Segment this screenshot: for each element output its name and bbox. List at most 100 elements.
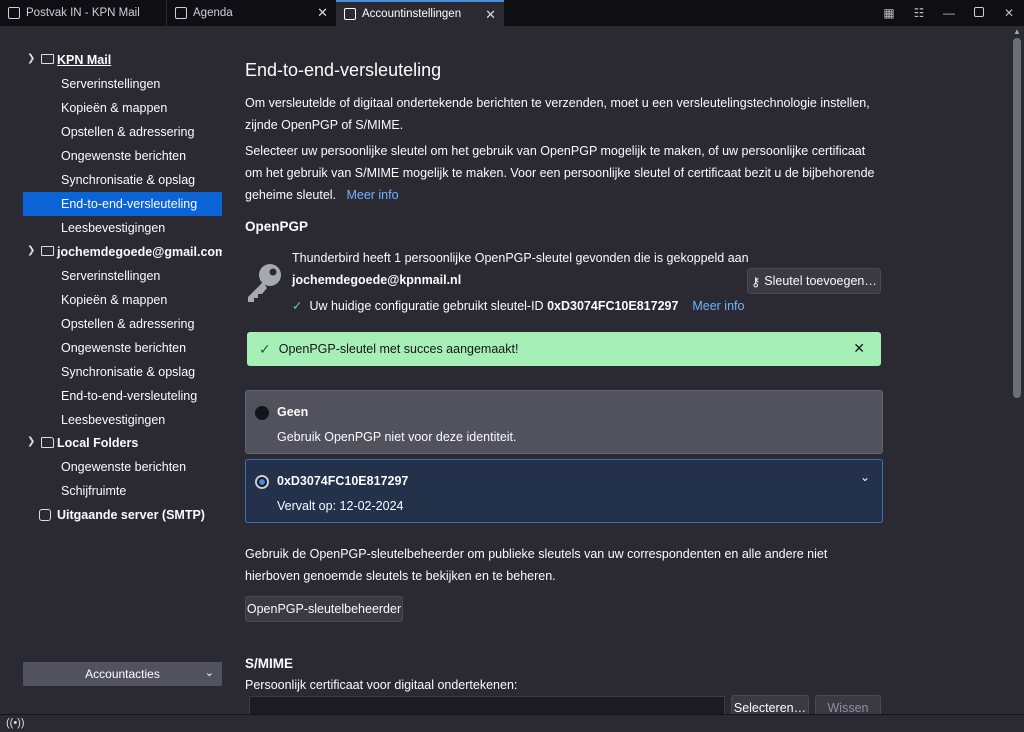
mail-icon — [8, 7, 20, 19]
option-key-title: 0xD3074FC10E817297 — [277, 474, 409, 488]
option-none-desc: Gebruik OpenPGP niet voor deze identitei… — [277, 430, 517, 444]
key-small-icon: ⚷ — [751, 274, 761, 289]
sidebar-item-copies-folders[interactable]: Kopieën & mappen — [0, 288, 222, 312]
chevron-down-icon[interactable]: ❯ — [27, 436, 35, 447]
chevron-down-icon: ⌄ — [204, 667, 214, 679]
account-label: Local Folders — [57, 436, 139, 450]
radio-key[interactable] — [255, 475, 269, 489]
sidebar-item-composition[interactable]: Opstellen & adressering — [0, 312, 222, 336]
found-key-text: Thunderbird heeft 1 persoonlijke OpenPGP… — [292, 251, 749, 265]
folder-icon — [41, 437, 54, 448]
mail-icon — [41, 246, 54, 256]
account-actions-button[interactable]: Accountacties ⌄ — [23, 662, 222, 686]
chevron-down-icon[interactable]: ❯ — [27, 53, 35, 64]
account-smtp[interactable]: Uitgaande server (SMTP) — [0, 503, 222, 527]
calendar-icon[interactable]: ▦ — [874, 6, 904, 20]
tab-bar: Postvak IN - KPN Mail Agenda ✕ Accountin… — [0, 0, 1024, 26]
tasks-icon[interactable]: ☷ — [904, 6, 934, 20]
smime-label: Persoonlijk certificaat voor digitaal on… — [245, 678, 518, 692]
sidebar-item-e2e[interactable]: End-to-end-versleuteling — [0, 384, 222, 408]
tab-agenda[interactable]: Agenda ✕ — [166, 0, 336, 26]
add-key-button[interactable]: ⚷ Sleutel toevoegen… — [747, 268, 881, 294]
sidebar-item-receipts[interactable]: Leesbevestigingen — [0, 408, 222, 432]
clear-certificate-button[interactable]: Wissen — [815, 695, 881, 714]
key-icon — [248, 264, 281, 302]
add-key-label: Sleutel toevoegen… — [764, 274, 877, 288]
account-label: Uitgaande server (SMTP) — [57, 508, 205, 522]
page-title: End-to-end-versleuteling — [245, 60, 442, 80]
minimize-icon[interactable]: — — [934, 6, 964, 20]
sidebar-item-label: End-to-end-versleuteling — [61, 197, 198, 211]
outgoing-server-icon — [39, 509, 51, 521]
current-config: ✓ Uw huidige configuratie gebruikt sleut… — [292, 298, 744, 313]
account-gmail[interactable]: ❯ jochemdegoede@gmail.com — [0, 240, 226, 264]
sidebar-item-server-settings[interactable]: Serverinstellingen — [0, 264, 222, 288]
more-info-link[interactable]: Meer info — [346, 188, 398, 202]
tab-inbox[interactable]: Postvak IN - KPN Mail — [0, 0, 166, 26]
sidebar-item-composition[interactable]: Opstellen & adressering — [0, 120, 222, 144]
account-actions-label: Accountacties — [85, 667, 160, 681]
config-key-id: 0xD3074FC10E817297 — [547, 299, 679, 313]
key-manager-text: Gebruik de OpenPGP-sleutelbeheerder om p… — [245, 547, 828, 583]
notice-text: OpenPGP-sleutel met succes aangemaakt! — [278, 342, 519, 356]
account-sidebar: ❯ KPN Mail Serverinstellingen Kopieën & … — [0, 26, 226, 714]
radio-none[interactable] — [255, 406, 269, 420]
sidebar-item-label: Ongewenste berichten — [61, 460, 187, 474]
sidebar-item-sync[interactable]: Synchronisatie & opslag — [0, 168, 222, 192]
select-certificate-button[interactable]: Selecteren… — [731, 695, 809, 714]
tab-account-settings[interactable]: Accountinstellingen ✕ — [336, 0, 504, 26]
intro-text-2-body: Selecteer uw persoonlijke sleutel om het… — [245, 144, 875, 202]
close-icon[interactable]: ✕ — [317, 5, 328, 21]
clear-label: Wissen — [827, 701, 869, 714]
option-none[interactable]: Geen Gebruik OpenPGP niet voor deze iden… — [245, 390, 883, 454]
sidebar-item-label: Ongewenste berichten — [61, 341, 187, 355]
more-info-link[interactable]: Meer info — [692, 299, 744, 313]
select-label: Selecteren… — [733, 701, 807, 714]
scrollbar-thumb[interactable] — [1013, 38, 1021, 398]
settings-tab-icon — [344, 8, 356, 20]
maximize-icon[interactable] — [964, 6, 994, 20]
sidebar-item-label: Kopieën & mappen — [61, 293, 168, 307]
sidebar-item-e2e-selected[interactable]: End-to-end-versleuteling — [23, 192, 222, 216]
chevron-down-icon[interactable]: ⌄ — [860, 470, 870, 484]
tab-label: Postvak IN - KPN Mail — [26, 7, 140, 19]
settings-pane: End-to-end-versleuteling Om versleutelde… — [222, 26, 1010, 714]
close-icon[interactable]: ✕ — [853, 340, 865, 357]
sidebar-item-junk[interactable]: Ongewenste berichten — [0, 144, 222, 168]
account-kpn-mail[interactable]: ❯ KPN Mail — [0, 48, 222, 72]
sidebar-item-copies-folders[interactable]: Kopieën & mappen — [0, 96, 222, 120]
sidebar-item-junk[interactable]: Ongewenste berichten — [0, 336, 222, 360]
check-icon: ✓ — [292, 299, 303, 313]
account-label: jochemdegoede@gmail.com — [57, 245, 227, 259]
sidebar-item-label: Opstellen & adressering — [61, 317, 195, 331]
sidebar-item-label: Synchronisatie & opslag — [61, 365, 196, 379]
close-window-icon[interactable]: ✕ — [994, 6, 1024, 20]
chevron-down-icon[interactable]: ❯ — [27, 245, 35, 256]
sidebar-item-label: Leesbevestigingen — [61, 221, 166, 235]
scrollbar[interactable]: ▲ — [1010, 26, 1024, 714]
sidebar-item-junk[interactable]: Ongewenste berichten — [0, 455, 222, 479]
sidebar-item-label: Kopieën & mappen — [61, 101, 168, 115]
account-local-folders[interactable]: ❯ Local Folders — [0, 431, 222, 455]
sidebar-item-label: End-to-end-versleuteling — [61, 389, 198, 403]
sidebar-item-server-settings[interactable]: Serverinstellingen — [0, 72, 222, 96]
sidebar-item-label: Serverinstellingen — [61, 269, 161, 283]
account-label: KPN Mail — [57, 53, 112, 67]
scroll-up-icon[interactable]: ▲ — [1013, 27, 1021, 36]
mail-icon — [41, 54, 54, 64]
smime-heading: S/MIME — [245, 656, 294, 671]
sidebar-item-label: Synchronisatie & opslag — [61, 173, 196, 187]
sidebar-item-label: Opstellen & adressering — [61, 125, 195, 139]
option-key[interactable]: 0xD3074FC10E817297 Vervalt op: 12-02-202… — [245, 459, 883, 523]
sidebar-item-label: Ongewenste berichten — [61, 149, 187, 163]
status-bar: ((•)) — [0, 714, 1024, 732]
intro-text-2: Selecteer uw persoonlijke sleutel om het… — [245, 140, 885, 206]
sidebar-item-receipts[interactable]: Leesbevestigingen — [0, 216, 222, 240]
key-manager-button[interactable]: OpenPGP-sleutelbeheerder — [245, 596, 403, 622]
tab-label: Agenda — [193, 7, 233, 19]
sidebar-item-disk-space[interactable]: Schijfruimte — [0, 479, 222, 503]
signing-certificate-field[interactable] — [249, 696, 725, 714]
sidebar-item-sync[interactable]: Synchronisatie & opslag — [0, 360, 222, 384]
online-status-icon[interactable]: ((•)) — [6, 717, 25, 729]
close-icon[interactable]: ✕ — [485, 7, 496, 23]
